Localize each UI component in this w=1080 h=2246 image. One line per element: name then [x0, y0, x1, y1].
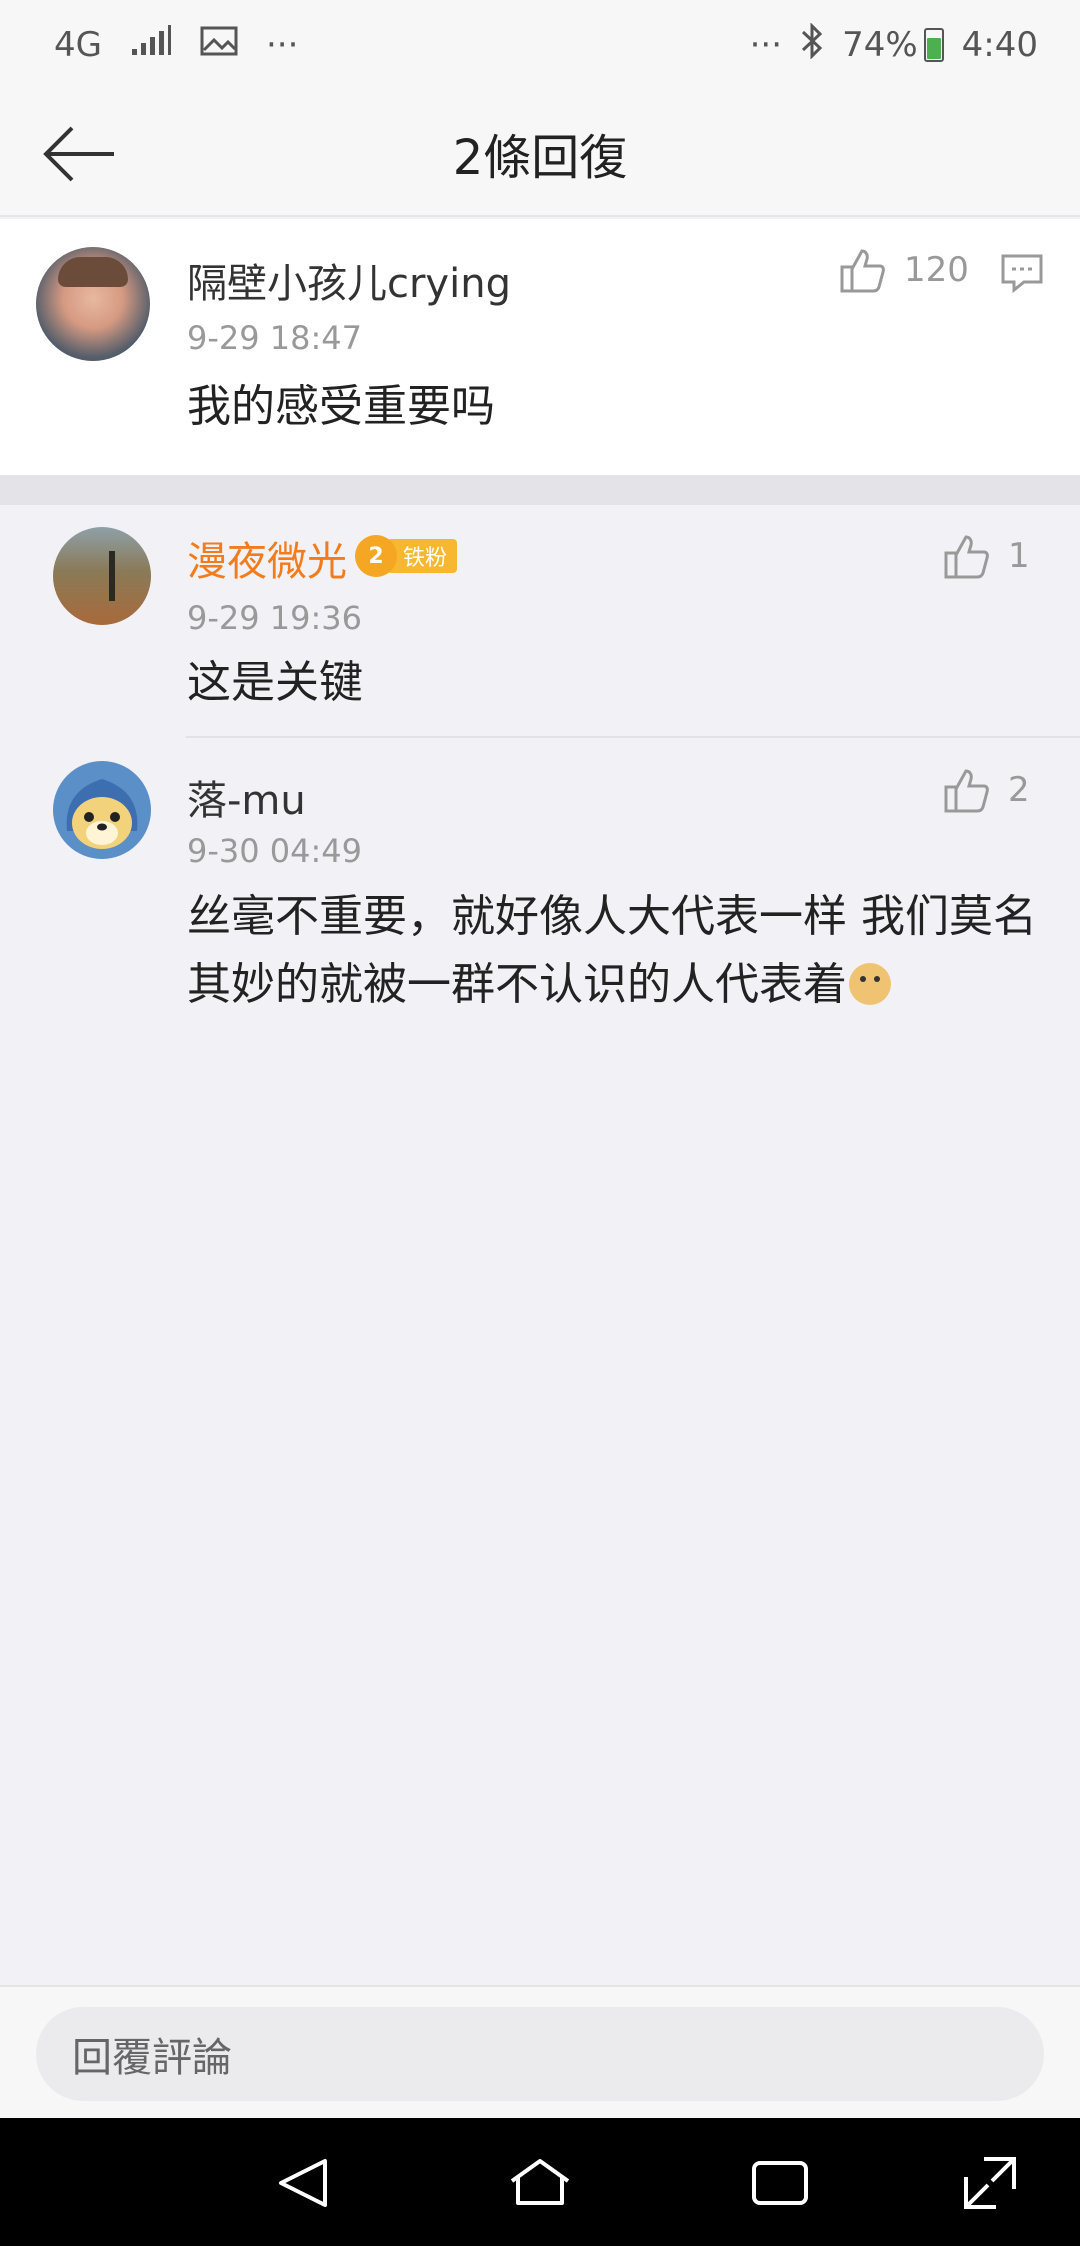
signal-icon — [130, 24, 172, 66]
reply-divider — [186, 736, 1080, 738]
home-icon — [510, 2159, 570, 2205]
nav-recents-button[interactable] — [745, 2148, 815, 2218]
like-button[interactable]: 2 — [942, 767, 1030, 813]
reply-button[interactable] — [1000, 253, 1044, 297]
reply-text-line: 其妙的就被一群不认识的人代表着 — [187, 951, 1047, 1019]
comment-time: 9-29 18:47 — [187, 319, 363, 357]
network-label: 4G — [54, 25, 102, 65]
section-divider — [0, 475, 1080, 505]
header: 2條回復 — [0, 90, 1080, 217]
reply-text: 丝毫不重要，就好像人大代表一样 我们莫名 其妙的就被一群不认识的人代表着 — [187, 883, 1047, 1019]
more-left-icon: ··· — [265, 25, 299, 65]
expand-icon — [964, 2157, 1016, 2209]
thumbs-up-icon — [944, 535, 989, 579]
reply-input[interactable]: 回覆評論 — [36, 2007, 1044, 2101]
crown-icon: 2 — [355, 535, 397, 577]
more-right-icon: ··· — [749, 25, 783, 65]
reply-username[interactable]: 落-mu — [187, 768, 306, 826]
back-button[interactable] — [40, 118, 120, 190]
nav-home-button[interactable] — [505, 2148, 575, 2218]
doge-emoji-icon — [849, 963, 891, 1005]
reply-page: 4G ··· ··· 74% 4:40 2條回復 隔壁小孩儿crying 9-2… — [0, 0, 1080, 2246]
like-count: 1 — [1008, 536, 1030, 576]
comment-username[interactable]: 隔壁小孩儿crying — [187, 251, 511, 309]
system-nav-bar — [0, 2118, 1080, 2246]
battery-percent: 74% — [842, 25, 918, 65]
fan-badge[interactable]: 2 铁粉 — [355, 535, 458, 577]
back-arrow-icon — [43, 126, 114, 182]
reply-text-line: 丝毫不重要，就好像人大代表一样 我们莫名 — [187, 891, 1037, 942]
like-button[interactable]: 120 — [838, 247, 969, 293]
reply-time: 9-30 04:49 — [187, 832, 363, 870]
recents-icon — [752, 2161, 808, 2205]
page-title: 2條回復 — [452, 129, 628, 186]
bluetooth-icon — [800, 21, 824, 68]
nav-expand-button[interactable] — [955, 2148, 1025, 2218]
avatar[interactable] — [53, 527, 151, 625]
avatar[interactable] — [36, 247, 150, 361]
comment-icon — [1001, 254, 1043, 294]
status-left: 4G ··· — [54, 24, 299, 66]
reply-text-span: 其妙的就被一群不认识的人代表着 — [187, 959, 847, 1010]
reply-list: 漫夜微光 2 铁粉 9-29 19:36 这是关键 1 落-mu 9-30 04… — [0, 505, 1080, 1985]
status-bar: 4G ··· ··· 74% 4:40 — [0, 0, 1080, 90]
reply-input-bar: 回覆評論 — [0, 1985, 1080, 2118]
reply-username[interactable]: 漫夜微光 — [187, 529, 347, 587]
image-icon — [200, 25, 238, 65]
thumbs-up-icon — [944, 769, 989, 813]
thumbs-up-icon — [840, 249, 885, 293]
triangle-back-icon — [279, 2159, 327, 2207]
battery: 74% — [842, 25, 944, 65]
clock: 4:40 — [961, 25, 1038, 65]
like-count: 120 — [904, 250, 969, 290]
nav-back-button[interactable] — [268, 2148, 338, 2218]
like-button[interactable]: 1 — [942, 533, 1030, 579]
reply-time: 9-29 19:36 — [187, 599, 363, 637]
badge-label: 铁粉 — [387, 539, 458, 573]
reply-text: 这是关键 — [187, 657, 363, 708]
avatar[interactable] — [53, 761, 151, 859]
battery-icon — [923, 28, 944, 62]
comment-text: 我的感受重要吗 — [187, 381, 495, 432]
like-count: 2 — [1008, 770, 1030, 810]
main-comment: 隔壁小孩儿crying 9-29 18:47 我的感受重要吗 120 — [0, 219, 1080, 475]
status-right: ··· 74% 4:40 — [749, 21, 1038, 68]
